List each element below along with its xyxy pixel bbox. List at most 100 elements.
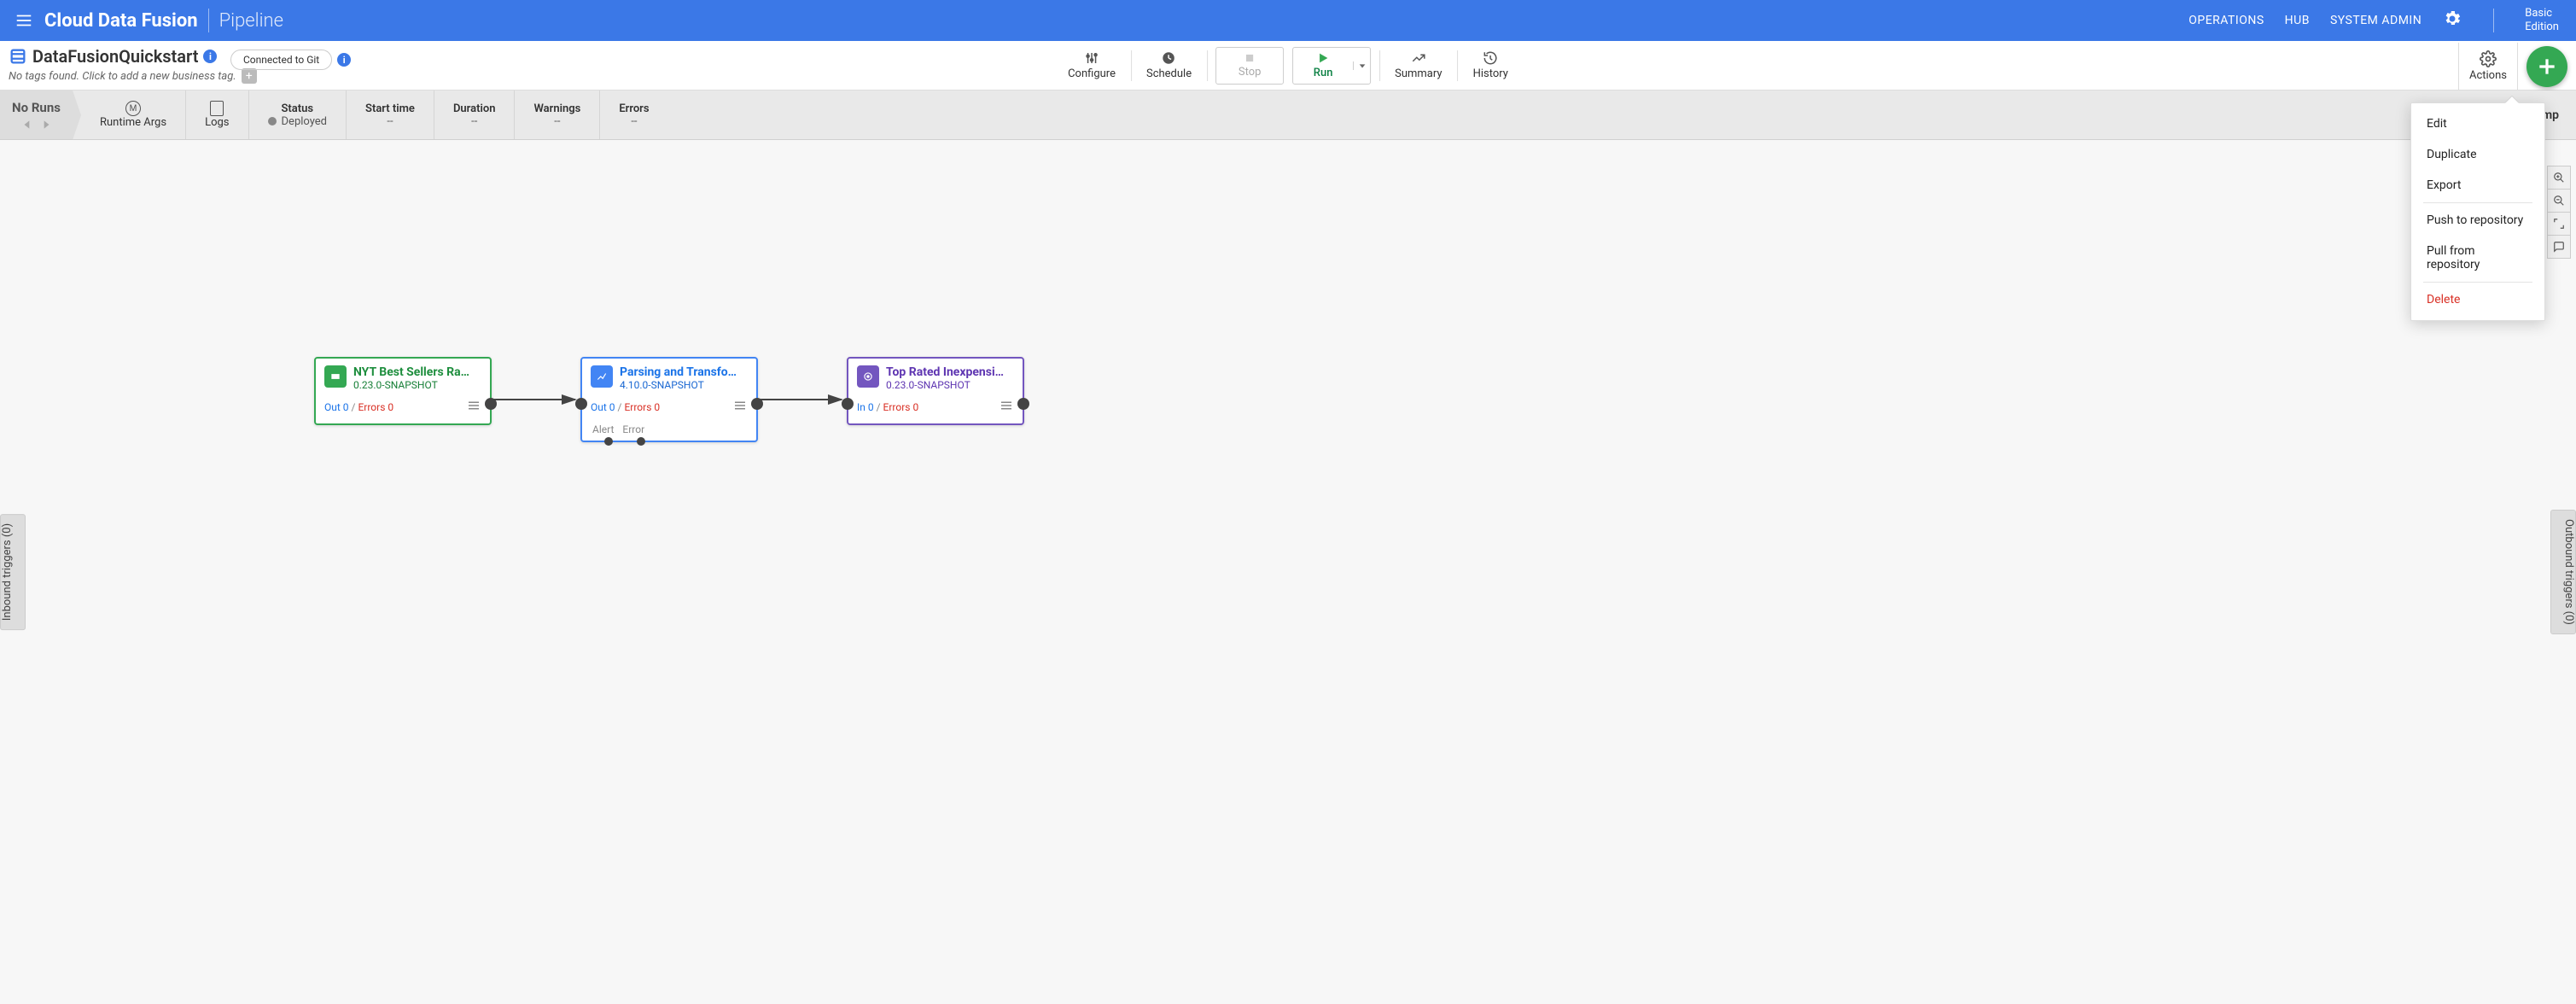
node2-error-port[interactable] xyxy=(637,437,645,446)
node1-out: Out 0 xyxy=(324,401,349,413)
pipeline-name[interactable]: DataFusionQuickstart xyxy=(32,46,198,67)
node1-out-port[interactable] xyxy=(485,398,497,410)
top-header: Cloud Data Fusion Pipeline OPERATIONS HU… xyxy=(0,0,2576,41)
no-runs-label: No Runs xyxy=(12,100,61,115)
menu-separator xyxy=(2423,282,2532,283)
node2-out: Out 0 xyxy=(591,401,615,413)
stop-button[interactable]: Stop xyxy=(1215,47,1284,85)
actions-label: Actions xyxy=(2469,69,2507,82)
gear-icon xyxy=(2480,50,2497,67)
node-source[interactable]: NYT Best Sellers Ra… 0.23.0-SNAPSHOT Out… xyxy=(314,357,492,425)
divider xyxy=(208,9,209,32)
status-header: Status xyxy=(281,102,313,115)
start-header: Start time xyxy=(365,102,415,115)
actions-menu-pull[interactable]: Pull from repository xyxy=(2411,236,2544,280)
node3-title: Top Rated Inexpensi… xyxy=(886,365,1004,379)
runtime-args-label: Runtime Args xyxy=(100,116,166,129)
comments-button[interactable] xyxy=(2547,235,2571,259)
outbound-triggers-tab[interactable]: Outbound triggers (0) xyxy=(2550,510,2576,634)
node2-out-port[interactable] xyxy=(751,398,763,410)
summary-button[interactable]: Summary xyxy=(1379,42,1457,90)
fit-screen-button[interactable] xyxy=(2547,212,2571,236)
run-dropdown-caret[interactable] xyxy=(1353,61,1370,70)
edge-2 xyxy=(756,391,850,408)
pipeline-logo-icon xyxy=(9,47,27,66)
run-button[interactable]: Run xyxy=(1293,51,1353,79)
warnings-value: -- xyxy=(554,115,560,128)
add-fab-button[interactable] xyxy=(2526,46,2567,87)
canvas-toolbox xyxy=(2547,166,2571,258)
schedule-button[interactable]: Schedule xyxy=(1131,42,1207,90)
actions-menu-delete[interactable]: Delete xyxy=(2411,284,2544,315)
pipeline-canvas[interactable]: Inbound triggers (0) Outbound triggers (… xyxy=(0,140,2576,1004)
node2-alert-label: Alert xyxy=(592,423,614,435)
node3-in-port[interactable] xyxy=(842,398,854,410)
actions-menu-duplicate[interactable]: Duplicate xyxy=(2411,139,2544,170)
next-run-icon[interactable] xyxy=(40,119,52,131)
edge-1 xyxy=(490,391,584,408)
node3-err: Errors 0 xyxy=(883,401,919,413)
stop-label: Stop xyxy=(1238,66,1262,79)
node1-err: Errors 0 xyxy=(358,401,393,413)
settings-gear-icon[interactable] xyxy=(2442,9,2462,32)
node2-alert-port[interactable] xyxy=(604,437,613,446)
edition-line2: Edition xyxy=(2525,20,2559,34)
node1-menu-icon[interactable] xyxy=(466,398,481,417)
add-tag-button[interactable]: + xyxy=(242,68,257,84)
schedule-label: Schedule xyxy=(1146,67,1192,80)
errors-cell: Errors -- xyxy=(600,90,667,139)
node2-error-label: Error xyxy=(622,423,644,435)
node3-in: In 0 xyxy=(857,401,874,413)
history-button[interactable]: History xyxy=(1458,42,1524,90)
node3-menu-icon[interactable] xyxy=(999,398,1014,417)
nav-system-admin[interactable]: SYSTEM ADMIN xyxy=(2330,14,2422,27)
node-sink[interactable]: Top Rated Inexpensi… 0.23.0-SNAPSHOT In … xyxy=(847,357,1024,425)
nav-hub[interactable]: HUB xyxy=(2285,14,2310,27)
tags-placeholder[interactable]: No tags found. Click to add a new busine… xyxy=(9,70,236,83)
actions-menu-export[interactable]: Export xyxy=(2411,170,2544,201)
start-value: -- xyxy=(387,115,393,128)
run-button-wrap: Run xyxy=(1292,42,1379,90)
node1-version: 0.23.0-SNAPSHOT xyxy=(353,379,469,391)
node1-title: NYT Best Sellers Ra… xyxy=(353,365,469,379)
node2-err: Errors 0 xyxy=(624,401,660,413)
configure-button[interactable]: Configure xyxy=(1052,42,1131,90)
node3-version: 0.23.0-SNAPSHOT xyxy=(886,379,1004,391)
errors-value: -- xyxy=(631,115,637,128)
info-icon[interactable]: i xyxy=(203,50,217,63)
zoom-out-button[interactable] xyxy=(2547,189,2571,213)
status-value: Deployed xyxy=(282,115,328,128)
pipeline-header: DataFusionQuickstart i No tags found. Cl… xyxy=(0,41,2576,90)
node2-title: Parsing and Transfo… xyxy=(620,365,737,379)
duration-header: Duration xyxy=(453,102,496,115)
node2-in-port[interactable] xyxy=(575,398,587,410)
stop-button-wrap: Stop xyxy=(1207,42,1292,90)
nav-operations[interactable]: OPERATIONS xyxy=(2188,14,2264,27)
run-strip: No Runs M Runtime Args Logs Status Deplo… xyxy=(0,90,2576,140)
inbound-triggers-tab[interactable]: Inbound triggers (0) xyxy=(0,514,26,630)
node2-menu-icon[interactable] xyxy=(732,398,748,417)
summary-label: Summary xyxy=(1395,67,1442,80)
runtime-args-button[interactable]: M Runtime Args xyxy=(73,90,186,139)
hamburger-icon[interactable] xyxy=(7,3,41,38)
run-selector[interactable]: No Runs xyxy=(0,90,73,139)
runtime-args-icon: M xyxy=(125,101,141,116)
section-title: Pipeline xyxy=(219,10,283,32)
errors-header: Errors xyxy=(619,102,649,115)
edition-selector[interactable]: Basic Edition xyxy=(2525,7,2569,33)
node3-out-port[interactable] xyxy=(1017,398,1029,410)
actions-button[interactable]: Actions xyxy=(2458,43,2518,90)
zoom-in-button[interactable] xyxy=(2547,166,2571,190)
prev-run-icon[interactable] xyxy=(21,119,33,131)
status-cell: Status Deployed xyxy=(249,90,347,139)
logs-button[interactable]: Logs xyxy=(186,90,248,139)
git-info-icon[interactable]: i xyxy=(337,53,351,67)
status-dot-icon xyxy=(268,117,277,125)
history-label: History xyxy=(1473,67,1508,80)
logs-icon xyxy=(210,101,224,116)
actions-menu-edit[interactable]: Edit xyxy=(2411,108,2544,139)
actions-menu-push[interactable]: Push to repository xyxy=(2411,205,2544,236)
menu-separator xyxy=(2423,202,2532,203)
git-status-pill[interactable]: Connected to Git xyxy=(230,50,332,70)
node-transform[interactable]: Parsing and Transfo… 4.10.0-SNAPSHOT Out… xyxy=(580,357,758,442)
